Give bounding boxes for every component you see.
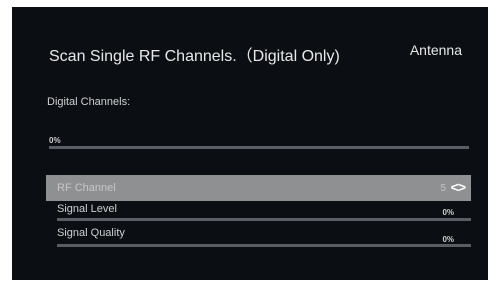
signal-level-label: Signal Level [57, 203, 117, 215]
digital-channels-label: Digital Channels: [47, 96, 131, 108]
left-right-arrows-icon[interactable]: <> [451, 180, 466, 194]
rf-channel-label: RF Channel [57, 182, 116, 194]
signal-level-percent: 0% [442, 208, 454, 217]
page-title: Scan Single RF Channels.（Digital Only) [49, 48, 340, 65]
scan-progress-bar [49, 146, 469, 149]
signal-quality-bar [57, 244, 471, 247]
scan-progress-percent: 0% [49, 136, 61, 145]
input-source-label: Antenna [409, 42, 462, 58]
rf-channel-selector[interactable]: RF Channel 5 <> [46, 175, 471, 201]
rf-channel-value: 5 [440, 183, 446, 194]
signal-level-bar [57, 218, 471, 221]
tv-menu-screen: Scan Single RF Channels.（Digital Only) A… [12, 7, 488, 280]
signal-quality-percent: 0% [442, 235, 454, 244]
signal-quality-label: Signal Quality [57, 227, 125, 239]
